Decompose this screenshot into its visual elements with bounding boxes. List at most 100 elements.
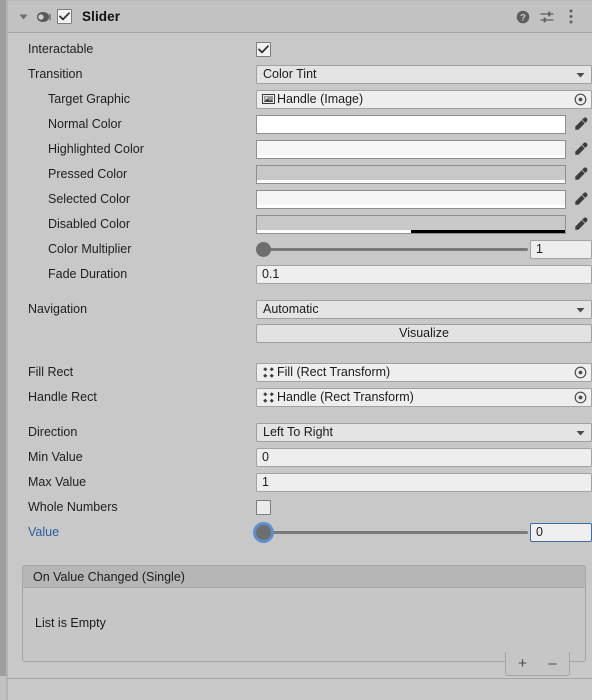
selected-color-swatch[interactable] (256, 189, 566, 209)
rect-transform-icon (261, 390, 276, 405)
color-multiplier-label: Color Multiplier (48, 242, 132, 256)
fill-rect-label: Fill Rect (28, 365, 74, 379)
min-value-text: 0 (262, 450, 269, 464)
row-highlighted-color: Highlighted Color (8, 137, 592, 161)
row-fade-duration: Fade Duration 0.1 (8, 262, 592, 286)
highlighted-color-eyedropper-icon[interactable] (570, 140, 592, 159)
transition-value: Color Tint (263, 67, 317, 81)
target-graphic-label: Target Graphic (48, 92, 130, 106)
object-picker-icon[interactable] (569, 364, 591, 381)
navigation-value: Automatic (263, 302, 319, 316)
event-list-empty-text: List is Empty (35, 616, 106, 630)
bottom-rule (8, 678, 592, 679)
chevron-down-icon (576, 302, 585, 316)
slider-track (264, 530, 528, 534)
add-event-button[interactable]: + (510, 653, 536, 675)
direction-label: Direction (28, 425, 78, 439)
highlighted-color-swatch[interactable] (256, 139, 566, 159)
svg-text:?: ? (520, 12, 526, 23)
row-fill-rect: Fill Rect Fill (Rect Transform) (8, 360, 592, 384)
normal-color-label: Normal Color (48, 117, 122, 131)
foldout-triangle-icon[interactable] (14, 11, 32, 22)
event-list-add-remove-bar: + – (505, 652, 570, 676)
on-value-changed-event-list: On Value Changed (Single) List is Empty (22, 565, 586, 662)
value-number-text: 0 (536, 525, 543, 539)
min-value-field[interactable]: 0 (256, 447, 592, 467)
whole-numbers-label: Whole Numbers (28, 500, 118, 514)
object-picker-icon[interactable] (569, 389, 591, 406)
highlighted-color-label: Highlighted Color (48, 142, 144, 156)
direction-dropdown[interactable]: Left To Right (256, 422, 592, 442)
slider-knob[interactable] (256, 524, 271, 540)
fade-duration-label: Fade Duration (48, 267, 128, 281)
value-number-field[interactable]: 0 (530, 522, 592, 542)
selected-color-label: Selected Color (48, 192, 130, 206)
interactable-checkbox[interactable] (256, 41, 271, 57)
disabled-color-label: Disabled Color (48, 217, 130, 231)
preset-icon[interactable] (535, 4, 559, 30)
navigation-dropdown[interactable]: Automatic (256, 299, 592, 319)
whole-numbers-checkbox[interactable] (256, 499, 271, 515)
event-list-body: List is Empty (23, 588, 585, 661)
fill-rect-object-field[interactable]: Fill (Rect Transform) (256, 362, 592, 382)
object-picker-icon[interactable] (569, 91, 591, 108)
fade-duration-value: 0.1 (262, 267, 280, 281)
event-list-title: On Value Changed (Single) (33, 569, 185, 584)
slider-track (264, 247, 528, 251)
component-title: Slider (82, 9, 121, 24)
color-multiplier-value: 1 (536, 242, 543, 256)
normal-color-swatch[interactable] (256, 114, 566, 134)
disabled-color-swatch[interactable] (256, 214, 566, 234)
selected-color-eyedropper-icon[interactable] (570, 190, 592, 209)
image-component-icon (261, 92, 276, 107)
value-slider[interactable] (256, 523, 530, 542)
row-selected-color: Selected Color (8, 187, 592, 211)
rect-transform-icon (261, 365, 276, 380)
max-value-label: Max Value (28, 475, 87, 489)
pressed-color-eyedropper-icon[interactable] (570, 165, 592, 184)
component-enabled-checkbox[interactable] (57, 9, 72, 24)
remove-event-button[interactable]: – (540, 653, 566, 675)
row-color-multiplier: Color Multiplier 1 (8, 237, 592, 261)
row-direction: Direction Left To Right (8, 420, 592, 444)
color-multiplier-number-field[interactable]: 1 (530, 239, 592, 259)
row-normal-color: Normal Color (8, 112, 592, 136)
pressed-color-swatch[interactable] (256, 164, 566, 184)
event-list-header[interactable]: On Value Changed (Single) (23, 566, 585, 588)
visualize-button[interactable]: Visualize (256, 323, 592, 343)
visualize-label: Visualize (399, 326, 449, 340)
transition-label: Transition (28, 67, 83, 81)
more-menu-icon[interactable] (559, 4, 583, 30)
eye-icon[interactable] (32, 11, 54, 23)
row-whole-numbers: Whole Numbers (8, 495, 592, 519)
interactable-label: Interactable (28, 42, 94, 56)
component-header[interactable]: Slider ? (8, 1, 592, 33)
handle-rect-object-field[interactable]: Handle (Rect Transform) (256, 387, 592, 407)
row-transition: Transition Color Tint (8, 62, 592, 86)
pressed-color-label: Pressed Color (48, 167, 128, 181)
target-graphic-value: Handle (Image) (277, 92, 364, 106)
slider-knob[interactable] (256, 241, 271, 257)
fade-duration-field[interactable]: 0.1 (256, 264, 592, 284)
disabled-color-eyedropper-icon[interactable] (570, 215, 592, 234)
max-value-field[interactable]: 1 (256, 472, 592, 492)
chevron-down-icon (576, 425, 585, 439)
row-handle-rect: Handle Rect Handle (Rect Transform) (8, 385, 592, 409)
row-min-value: Min Value 0 (8, 445, 592, 469)
row-navigation: Navigation Automatic (8, 297, 592, 321)
normal-color-eyedropper-icon[interactable] (570, 115, 592, 134)
panel-left-edge-bottom (0, 676, 6, 700)
inspector-panel: Slider ? Interactable Transition Color T… (0, 0, 592, 700)
row-visualize: Visualize (8, 321, 592, 345)
target-graphic-object-field[interactable]: Handle (Image) (256, 89, 592, 109)
row-pressed-color: Pressed Color (8, 162, 592, 186)
chevron-down-icon (576, 67, 585, 81)
navigation-label: Navigation (28, 302, 88, 316)
row-target-graphic: Target Graphic Handle (Image) (8, 87, 592, 111)
max-value-text: 1 (262, 475, 269, 489)
header-actions: ? (511, 4, 592, 30)
transition-dropdown[interactable]: Color Tint (256, 64, 592, 84)
row-value: Value 0 (8, 520, 592, 544)
color-multiplier-slider[interactable] (256, 240, 530, 259)
help-icon[interactable]: ? (511, 4, 535, 30)
